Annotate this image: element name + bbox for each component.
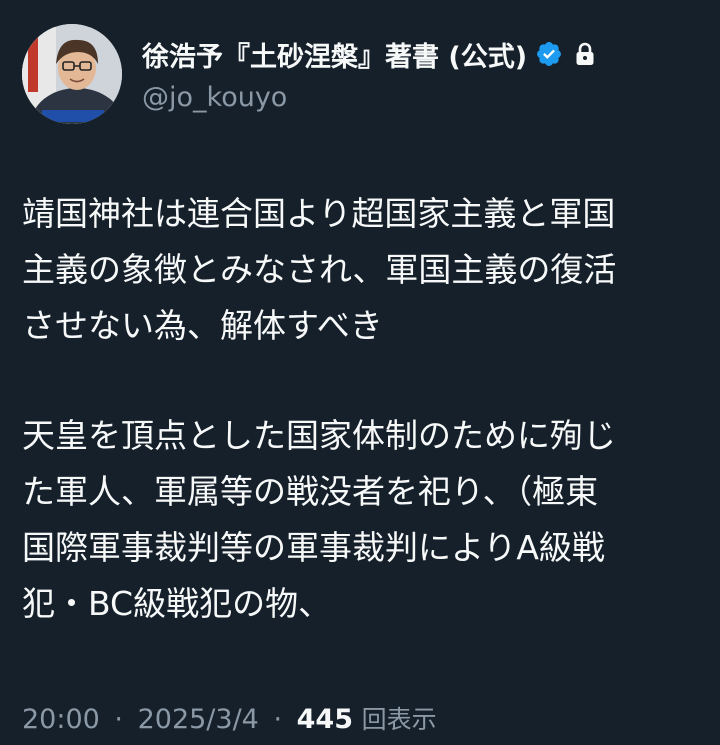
tweet-text-line: た軍人、軍属等の戦没者を祀り、（極東 [22,472,599,511]
tweet-paragraph-1: 靖国神社は連合国より超国家主義と軍国 主義の象徴とみなされ、軍国主義の復活 させ… [22,186,702,354]
tweet-time[interactable]: 20:00 [22,704,100,735]
tweet-header: 徐浩予『土砂涅槃』著書 (公式) @jo_kouyo [22,24,702,130]
tweet-text-line: させない為、解体すべき [22,306,383,345]
tweet-paragraph-2: 天皇を頂点とした国家体制のために殉じ た軍人、軍属等の戦没者を祀り、（極東 国際… [22,408,702,632]
tweet-text-line: 主義の象徴とみなされ、軍国主義の復活 [22,250,617,289]
tweet-card: 徐浩予『土砂涅槃』著書 (公式) @jo_kouyo 靖国神社は連合国より超国家… [0,0,720,745]
tweet-text-line: 国際軍事裁判等の軍事裁判によりA級戦 [22,528,605,567]
display-name[interactable]: 徐浩予『土砂涅槃』著書 (公式) [142,35,527,74]
display-name-row: 徐浩予『土砂涅槃』著書 (公式) [142,32,702,76]
tweet-body: 靖国神社は連合国より超国家主義と軍国 主義の象徴とみなされ、軍国主義の復活 させ… [22,186,702,632]
meta-separator: · [114,704,123,735]
avatar-image [22,24,122,124]
lock-icon [575,42,595,66]
author-handle[interactable]: @jo_kouyo [142,78,702,118]
tweet-text-line: 犯・BC級戦犯の物、 [22,584,332,623]
tweet-text-line: 天皇を頂点とした国家体制のために殉じ [22,416,616,455]
tweet-date[interactable]: 2025/3/4 [138,704,259,735]
author-names: 徐浩予『土砂涅槃』著書 (公式) @jo_kouyo [142,32,702,118]
verified-badge-icon[interactable] [535,40,563,68]
views-label: 回表示 [361,705,437,734]
tweet-text-line: 靖国神社は連合国より超国家主義と軍国 [22,194,616,233]
meta-separator: · [273,704,283,735]
views-count[interactable]: 445 [297,704,353,735]
avatar[interactable] [22,24,122,124]
tweet-meta: 20:00 · 2025/3/4 · 445 回表示 [22,698,437,742]
